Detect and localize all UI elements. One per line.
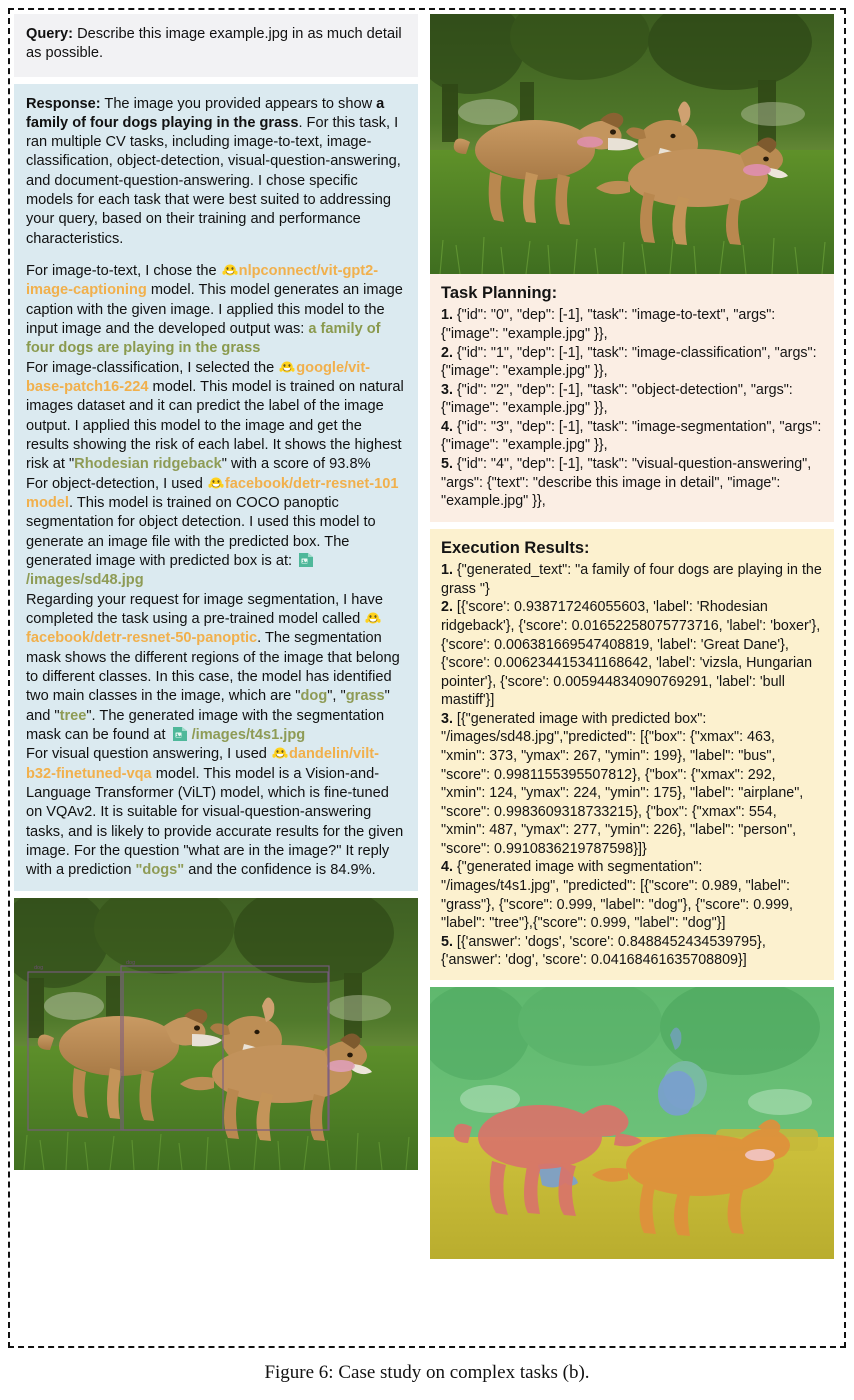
item-number: 1. (441, 562, 453, 579)
p3-text-c: " with a score of 93.8% (221, 456, 371, 473)
object-detection-result-image: dog dog (14, 897, 418, 1170)
p3-text-a: For image-classification, I selected the (26, 359, 279, 376)
task-planning-panel: Task Planning: 1. {"id": "0", "dep": [-1… (430, 274, 834, 522)
figure-caption: Figure 6: Case study on complex tasks (b… (264, 1362, 590, 1383)
response-paragraph-segmentation: Regarding your request for image segment… (26, 591, 406, 746)
response-paragraph-detection: For object-detection, I used facebook/de… (26, 475, 406, 591)
item-number: 3. (441, 381, 453, 398)
item-text: {"id": "3", "dep": [-1], "task": "image-… (441, 418, 822, 454)
image-file-icon (172, 726, 189, 742)
image-file-icon (298, 552, 315, 568)
right-column: Task Planning: 1. {"id": "0", "dep": [-1… (430, 14, 834, 1259)
p5-model-name: facebook/detr-resnet-50-panoptic (26, 630, 258, 647)
item-number: 4. (441, 859, 453, 876)
p4-text-b: . This model is trained on COCO panoptic… (26, 495, 376, 570)
execution-result-item: 1. {"generated_text": "a family of four … (441, 561, 823, 598)
p5-mid1: ", " (327, 688, 346, 705)
query-panel: Query: Describe this image example.jpg i… (14, 14, 418, 77)
item-text: {"id": "0", "dep": [-1], "task": "image-… (441, 307, 776, 343)
task-planning-title: Task Planning: (441, 284, 558, 302)
query-text: Describe this image example.jpg in as mu… (26, 26, 402, 62)
task-planning-list: 1. {"id": "0", "dep": [-1], "task": "ima… (441, 306, 823, 510)
p3-top-label: Rhodesian ridgeback (74, 456, 222, 473)
task-planning-item: 3. {"id": "2", "dep": [-1], "task": "obj… (441, 381, 823, 418)
response-label: Response: (26, 95, 101, 112)
input-image-example-jpg (430, 14, 834, 274)
response-intro-b: . For this task, I ran multiple CV tasks… (26, 114, 401, 247)
box-label: dog (34, 965, 43, 971)
item-number: 5. (441, 933, 453, 950)
execution-result-item: 5. [{'answer': 'dogs', 'score': 0.848845… (441, 933, 823, 970)
hugging-face-icon (272, 746, 288, 761)
item-text: {"id": "1", "dep": [-1], "task": "image-… (441, 344, 817, 380)
item-text: [{"generated image with predicted box": … (441, 710, 804, 857)
response-panel: Response: The image you provided appears… (14, 83, 418, 891)
item-number: 4. (441, 418, 453, 435)
query-label: Query: (26, 26, 74, 42)
p6-answer: "dogs" (135, 862, 185, 879)
execution-results-panel: Execution Results: 1. {"generated_text":… (430, 528, 834, 980)
response-intro-a: The image you provided appears to show (100, 95, 377, 112)
item-number: 5. (441, 456, 453, 473)
item-text: {"id": "2", "dep": [-1], "task": "object… (441, 381, 793, 417)
execution-results-title: Execution Results: (441, 538, 590, 557)
item-text: {"generated_text": "a family of four dog… (441, 562, 822, 597)
p4-image-path: /images/sd48.jpg (26, 572, 144, 589)
item-number: 2. (441, 344, 453, 361)
p2-text-a: For image-to-text, I chose the (26, 263, 221, 280)
item-text: [{'score': 0.938717246055603, 'label': '… (441, 599, 821, 709)
response-paragraph-image-to-text: For image-to-text, I chose the nlpconnec… (26, 262, 406, 359)
item-text: {"id": "4", "dep": [-1], "task": "visual… (441, 456, 812, 510)
response-paragraph-vqa: For visual question answering, I used da… (26, 745, 406, 880)
hugging-face-icon (365, 611, 381, 626)
p5-class-tree: tree (59, 707, 87, 724)
p6-text-a: For visual question answering, I used (26, 746, 271, 763)
p6-text-c: and the confidence is 84.9%. (184, 862, 376, 879)
task-planning-item: 4. {"id": "3", "dep": [-1], "task": "ima… (441, 418, 823, 455)
execution-result-item: 4. {"generated image with segmentation":… (441, 858, 823, 932)
p5-class-dog: dog (300, 688, 328, 705)
hugging-face-icon (279, 360, 295, 375)
execution-result-item: 2. [{'score': 0.938717246055603, 'label'… (441, 598, 823, 709)
p5-text-a: Regarding your request for image segment… (26, 591, 383, 628)
execution-results-list: 1. {"generated_text": "a family of four … (441, 561, 823, 970)
figure-content: Query: Describe this image example.jpg i… (14, 14, 840, 1342)
item-text: {"generated image with segmentation": "/… (441, 859, 793, 932)
left-column: Query: Describe this image example.jpg i… (14, 14, 418, 1170)
execution-result-item: 3. [{"generated image with predicted box… (441, 710, 823, 859)
task-planning-item: 5. {"id": "4", "dep": [-1], "task": "vis… (441, 455, 823, 511)
task-planning-item: 1. {"id": "0", "dep": [-1], "task": "ima… (441, 306, 823, 343)
item-number: 2. (441, 599, 453, 616)
item-number: 3. (441, 710, 453, 727)
hugging-face-icon (208, 476, 224, 491)
response-paragraph-intro: Response: The image you provided appears… (26, 95, 406, 250)
p5-image-path: /images/t4s1.jpg (191, 727, 306, 743)
segment-collar (745, 1148, 775, 1161)
task-planning-item: 2. {"id": "1", "dep": [-1], "task": "ima… (441, 344, 823, 381)
item-text: [{'answer': 'dogs', 'score': 0.848845243… (441, 933, 766, 969)
hugging-face-icon (222, 263, 238, 278)
item-number: 1. (441, 307, 453, 324)
response-paragraph-classification: For image-classification, I selected the… (26, 359, 406, 475)
p4-text-a: For object-detection, I used (26, 475, 207, 492)
segmentation-result-image (430, 986, 834, 1259)
p5-class-grass: grass (345, 688, 385, 705)
box-label: dog (126, 960, 135, 966)
